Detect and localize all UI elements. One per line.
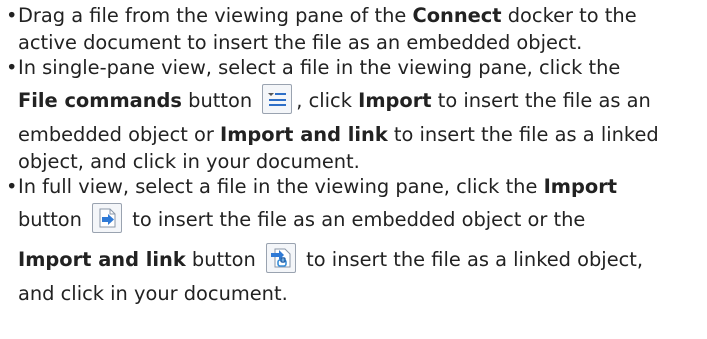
import-icon[interactable] xyxy=(92,202,123,233)
text-line: active document to insert the file as an… xyxy=(18,31,583,54)
text-line: object, and click in your document. xyxy=(18,150,360,173)
bullet: • xyxy=(6,56,18,79)
document: • Drag a file from the viewing pane of t… xyxy=(0,0,707,339)
text-line: File commands button , click Import to i… xyxy=(18,81,707,121)
file-commands-icon[interactable] xyxy=(262,83,293,114)
import-and-link-icon[interactable] xyxy=(266,242,297,273)
connect-label: Connect xyxy=(412,4,502,27)
file-commands-label: File commands xyxy=(18,89,182,112)
import-label: Import xyxy=(358,89,432,112)
text-line: In single-pane view, select a file in th… xyxy=(18,56,621,79)
list-item: • Drag a file from the viewing pane of t… xyxy=(6,2,707,56)
import-and-link-label: Import and link xyxy=(18,248,186,271)
text-line: embedded object or Import and link to in… xyxy=(18,123,659,146)
text-line: Drag a file from the viewing pane of the… xyxy=(18,4,637,27)
list-item: • In full view, select a file in the vie… xyxy=(6,173,707,307)
text-line: Import and link button to insert the fil… xyxy=(18,240,707,280)
list-item: • In single-pane view, select a file in … xyxy=(6,54,707,175)
text-line: button to insert the file as an embedded… xyxy=(18,200,707,240)
text-line: In full view, select a file in the viewi… xyxy=(18,175,618,198)
bullet: • xyxy=(6,175,18,198)
bullet: • xyxy=(6,4,18,27)
import-and-link-label: Import and link xyxy=(220,123,388,146)
import-label: Import xyxy=(543,175,618,198)
instruction-list: • Drag a file from the viewing pane of t… xyxy=(0,0,707,307)
text-line: and click in your document. xyxy=(18,282,288,305)
